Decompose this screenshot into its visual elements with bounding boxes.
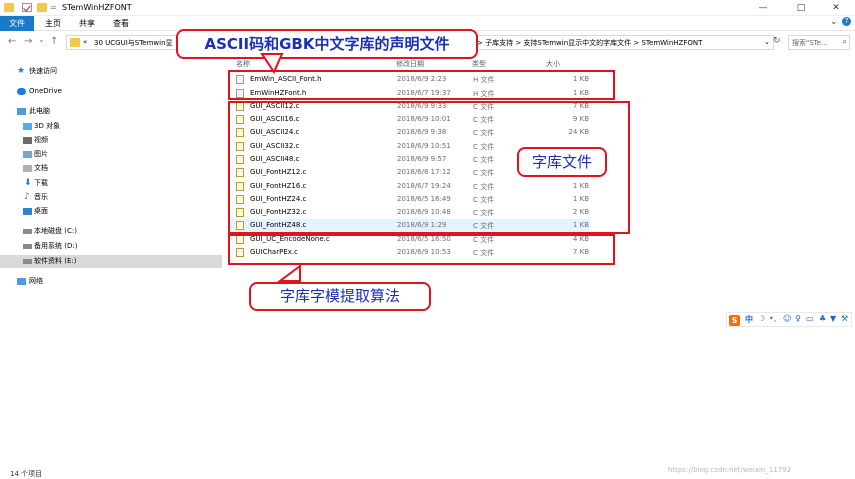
sidebar-item-music[interactable]: ♪ 音乐 — [0, 191, 222, 204]
sidebar-item-downloads[interactable]: ⬇ 下载 — [0, 177, 222, 190]
sidebar-item-desktop[interactable]: 桌面 — [0, 205, 222, 218]
search-input[interactable]: 搜索"STe... ⌕ — [788, 35, 850, 50]
input-mode-toggle[interactable]: 中 — [745, 314, 753, 325]
forward-button[interactable]: → — [24, 36, 32, 47]
tab-home[interactable]: 主页 — [40, 16, 66, 31]
folder-icon — [4, 3, 14, 12]
tab-share[interactable]: 共享 — [74, 16, 100, 31]
sidebar-item-videos[interactable]: 视频 — [0, 134, 222, 147]
moon-icon[interactable]: ☽ — [758, 314, 765, 323]
callout-font-files: 字库文件 — [517, 147, 607, 177]
back-button[interactable]: ← — [8, 36, 16, 47]
sidebar-item-onedrive[interactable]: OneDrive — [0, 85, 222, 98]
cloud-icon — [17, 88, 26, 95]
sidebar-item-3d-objects[interactable]: 3D 对象 — [0, 120, 222, 133]
watermark: https://blog.csdn.net/weixin_11792 — [668, 466, 792, 474]
recent-locations-button[interactable]: ⌄ — [38, 35, 45, 44]
quick-access-customize[interactable]: = — [50, 3, 57, 12]
callout-algorithm: 字库字模提取算法 — [249, 282, 431, 311]
search-placeholder: 搜索"STe... — [792, 39, 828, 47]
window-title: STemWinHZFONT — [62, 3, 132, 12]
new-folder-icon[interactable] — [37, 3, 47, 12]
microphone-icon[interactable]: ♀ — [795, 314, 801, 323]
drive-icon — [23, 229, 32, 234]
emoji-icon[interactable]: ☺ — [783, 314, 791, 323]
sidebar-item-drive-d[interactable]: 备用系统 (D:) — [0, 240, 222, 253]
shirt-icon[interactable]: ▼ — [830, 314, 836, 323]
chevron-down-icon[interactable]: ⌄ — [830, 17, 838, 27]
sogou-logo-icon: S — [729, 315, 740, 326]
column-date[interactable]: 修改日期 — [396, 59, 424, 69]
network-icon — [17, 278, 26, 285]
sidebar-item-drive-e[interactable]: 软件资料 (E:) — [0, 255, 222, 268]
column-name[interactable]: 名称 — [236, 59, 250, 69]
keyboard-icon[interactable]: ▭ — [806, 314, 814, 323]
search-icon: ⌕ — [842, 37, 847, 46]
properties-icon[interactable] — [22, 3, 32, 12]
tab-view[interactable]: 查看 — [108, 16, 134, 31]
column-size[interactable]: 大小 — [546, 59, 560, 69]
skin-icon[interactable]: ♣ — [819, 314, 826, 323]
algorithm-files-highlight — [228, 234, 615, 265]
document-icon — [23, 165, 32, 172]
sidebar-item-documents[interactable]: 文档 — [0, 162, 222, 175]
cube-icon — [23, 123, 32, 130]
callout-pointer — [277, 264, 301, 282]
drive-icon — [23, 244, 32, 249]
punctuation-icon[interactable]: •, — [769, 314, 776, 323]
minimize-button[interactable]: — — [743, 0, 783, 16]
computer-icon — [17, 108, 26, 115]
ime-toolbar[interactable]: S 中 ☽ •, ☺ ♀ ▭ ♣ ▼ ⚒ — [726, 312, 852, 327]
close-button[interactable]: ✕ — [816, 0, 855, 16]
refresh-button[interactable]: ↻ — [773, 36, 781, 46]
drive-icon — [23, 259, 32, 264]
star-icon: ★ — [17, 66, 26, 76]
callout-header-declaration: ASCII码和GBK中文字库的声明文件 — [176, 29, 478, 59]
help-icon[interactable]: ? — [842, 17, 851, 26]
wrench-icon[interactable]: ⚒ — [841, 314, 848, 323]
picture-icon — [23, 151, 32, 158]
breadcrumb-overflow[interactable]: « — [83, 38, 87, 46]
sidebar-item-this-pc[interactable]: 此电脑 — [0, 105, 222, 118]
download-icon: ⬇ — [24, 178, 32, 188]
folder-icon — [70, 38, 80, 47]
title-bar: = STemWinHZFONT — □ ✕ — [0, 0, 855, 16]
sidebar-item-quick-access[interactable]: ★ 快速访问 — [0, 65, 222, 78]
music-icon: ♪ — [24, 192, 30, 202]
tab-file[interactable]: 文件 — [0, 16, 34, 31]
up-button[interactable]: ↑ — [50, 36, 58, 47]
header-files-highlight — [228, 70, 615, 100]
desktop-icon — [23, 208, 32, 215]
navigation-pane: ★ 快速访问 OneDrive 此电脑 3D 对象 视频 图片 文档 ⬇ 下载 … — [0, 58, 222, 468]
address-dropdown[interactable]: ⌄ — [764, 38, 770, 46]
video-icon — [23, 137, 32, 144]
status-item-count: 14 个项目 — [10, 470, 43, 478]
sidebar-item-pictures[interactable]: 图片 — [0, 148, 222, 161]
maximize-button[interactable]: □ — [781, 0, 821, 16]
column-type[interactable]: 类型 — [472, 59, 486, 69]
sidebar-item-drive-c[interactable]: 本地磁盘 (C:) — [0, 225, 222, 238]
breadcrumb-root[interactable]: 30 UCGUI与STemwin显 — [94, 38, 173, 48]
breadcrumb[interactable]: > 子库支持 > 支持STemwin显示中文的字库文件 > STemWinHZF… — [477, 38, 702, 48]
sidebar-item-network[interactable]: 网络 — [0, 275, 222, 288]
